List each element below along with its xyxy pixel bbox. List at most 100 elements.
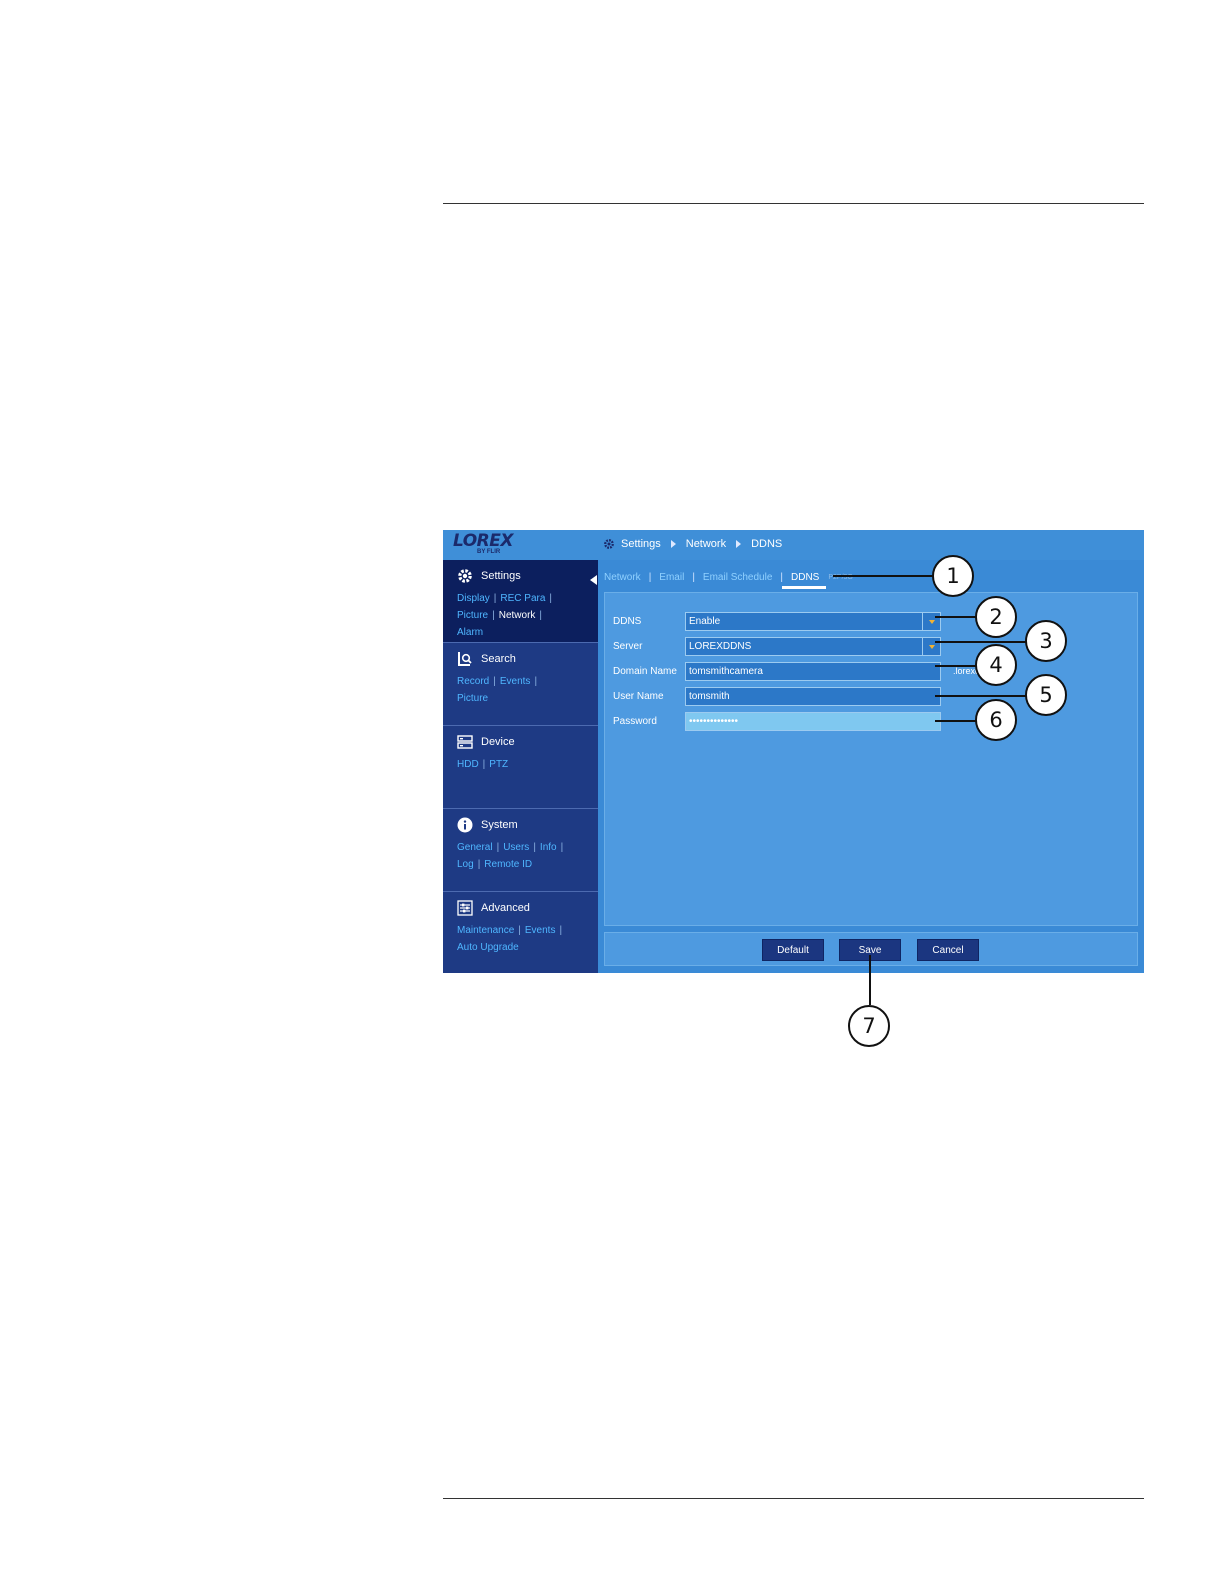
network-tabs: Network | Email | Email Schedule | DDNS … [603, 571, 853, 589]
action-bar: Default Save Cancel [604, 932, 1138, 966]
tab-ddns[interactable]: DDNS [781, 572, 827, 589]
sidebar-system-title: System [481, 819, 518, 831]
gear-icon [458, 569, 472, 583]
sidebar-section-device: Device HDD | PTZ [443, 726, 598, 809]
breadcrumb-network[interactable]: Network [686, 538, 726, 550]
username-row: User Name tomsmith [613, 686, 941, 706]
sidebar-search-links: Record | Events | Picture [457, 676, 538, 704]
breadcrumb-arrow-icon [670, 540, 676, 548]
server-select[interactable]: LOREXDDNS [685, 636, 941, 656]
sidebar-system-header[interactable]: System [457, 817, 518, 833]
callout-6: 6 [975, 699, 1017, 741]
sidebar-item-rec-para[interactable]: REC Para [500, 593, 545, 604]
sidebar-item-record[interactable]: Record [457, 676, 489, 687]
callout-1-leader [833, 575, 933, 577]
callout-1: 1 [932, 555, 974, 597]
breadcrumb-arrow-icon [736, 540, 742, 548]
page-top-rule [443, 203, 1144, 204]
sidebar-settings-links: Display | REC Para | Picture | Network | Alarm [457, 593, 553, 638]
gear-icon [604, 539, 614, 549]
domain-name-input[interactable]: tomsmithcamera [685, 661, 941, 681]
default-button[interactable]: Default [762, 939, 824, 961]
sidebar-section-advanced: Advanced Maintenance | Events | Auto Upgrad… [443, 892, 598, 973]
sidebar-device-header[interactable]: Device [457, 734, 515, 750]
page-bottom-rule [443, 1498, 1144, 1499]
sidebar-settings-title: Settings [481, 570, 521, 582]
user-name-value: tomsmith [689, 690, 730, 702]
callout-4: 4 [975, 644, 1017, 686]
password-label: Password [613, 715, 657, 727]
sidebar-item-advanced-events[interactable]: Events [525, 925, 556, 936]
domain-name-value: tomsmithcamera [689, 665, 763, 677]
domain-row: Domain Name tomsmithcamera .lorexd [613, 661, 980, 681]
callout-7: 7 [848, 1005, 890, 1047]
tab-network[interactable]: Network [603, 572, 642, 583]
sidebar-advanced-links: Maintenance | Events | Auto Upgrade [457, 925, 563, 953]
server-label: Server [613, 640, 643, 652]
sidebar-search-title: Search [481, 653, 516, 665]
server-row: Server LOREXDDNS [613, 636, 941, 656]
tab-email[interactable]: Email [658, 572, 685, 583]
user-name-label: User Name [613, 690, 664, 702]
sidebar-item-picture[interactable]: Picture [457, 610, 488, 621]
cancel-button[interactable]: Cancel [917, 939, 979, 961]
sidebar: Settings Display | REC Para | Picture | Netwo… [443, 560, 598, 973]
sidebar-section-system: System General | Users | Info | Log | Remote ID [443, 809, 598, 892]
callout-7-leader [869, 955, 871, 1005]
sidebar-item-display[interactable]: Display [457, 593, 490, 604]
breadcrumb: Settings Network DDNS [603, 538, 782, 550]
sidebar-item-ptz[interactable]: PTZ [489, 759, 508, 770]
breadcrumb-settings[interactable]: Settings [621, 538, 661, 550]
tab-email-schedule[interactable]: Email Schedule [702, 572, 773, 583]
callout-2-leader [935, 616, 977, 618]
sidebar-section-settings: Settings Display | REC Para | Picture | Netwo… [443, 560, 598, 643]
sidebar-system-links: General | Users | Info | Log | Remote ID [457, 842, 564, 870]
callout-2: 2 [975, 596, 1017, 638]
server-value: LOREXDDNS [689, 640, 752, 652]
top-bar: LOREX BY FLIR Settings Network DDNS [443, 530, 1144, 560]
sidebar-item-hdd[interactable]: HDD [457, 759, 479, 770]
sidebar-item-info[interactable]: Info [540, 842, 557, 853]
collapse-arrow-icon[interactable] [590, 575, 597, 585]
dvr-ui-screenshot: LOREX BY FLIR Settings Network DDNS Sett… [443, 530, 1144, 973]
sidebar-device-links: HDD | PTZ [457, 759, 509, 770]
sidebar-item-alarm[interactable]: Alarm [457, 627, 483, 638]
sidebar-item-search-picture[interactable]: Picture [457, 693, 488, 704]
password-row: Password •••••••••••••• [613, 711, 941, 731]
sidebar-item-remote-id[interactable]: Remote ID [484, 859, 532, 870]
domain-name-label: Domain Name [613, 665, 677, 677]
password-value: •••••••••••••• [689, 715, 739, 727]
password-input[interactable]: •••••••••••••• [685, 711, 941, 731]
logo-subtext: BY FLIR [477, 549, 501, 555]
ddns-row: DDNS Enable [613, 611, 941, 631]
sidebar-item-network[interactable]: Network [499, 610, 536, 621]
lorex-logo: LOREX BY FLIR [453, 531, 523, 559]
breadcrumb-ddns: DDNS [751, 538, 783, 550]
sidebar-search-header[interactable]: Search [457, 651, 516, 667]
sidebar-item-log[interactable]: Log [457, 859, 474, 870]
sidebar-device-title: Device [481, 736, 515, 748]
sliders-icon [457, 900, 473, 916]
sidebar-item-general[interactable]: General [457, 842, 493, 853]
sidebar-advanced-header[interactable]: Advanced [457, 900, 530, 916]
user-name-input[interactable]: tomsmith [685, 686, 941, 706]
sidebar-item-auto-upgrade[interactable]: Auto Upgrade [457, 942, 519, 953]
sidebar-advanced-title: Advanced [481, 902, 530, 914]
sidebar-settings-header[interactable]: Settings [457, 568, 521, 584]
device-icon [457, 735, 473, 749]
logo-text: LOREX [453, 531, 514, 551]
ddns-label: DDNS [613, 615, 642, 627]
sidebar-section-search: Search Record | Events | Picture [443, 643, 598, 726]
callout-5: 5 [1025, 674, 1067, 716]
sidebar-item-maintenance[interactable]: Maintenance [457, 925, 514, 936]
callout-5-leader [935, 695, 1027, 697]
callout-4-leader [935, 665, 977, 667]
callout-6-leader [935, 720, 977, 722]
info-icon [457, 817, 473, 833]
search-icon [458, 652, 472, 666]
sidebar-item-events[interactable]: Events [500, 676, 531, 687]
callout-3-leader [935, 641, 1027, 643]
ddns-select[interactable]: Enable [685, 611, 941, 631]
sidebar-item-users[interactable]: Users [503, 842, 529, 853]
callout-3: 3 [1025, 620, 1067, 662]
